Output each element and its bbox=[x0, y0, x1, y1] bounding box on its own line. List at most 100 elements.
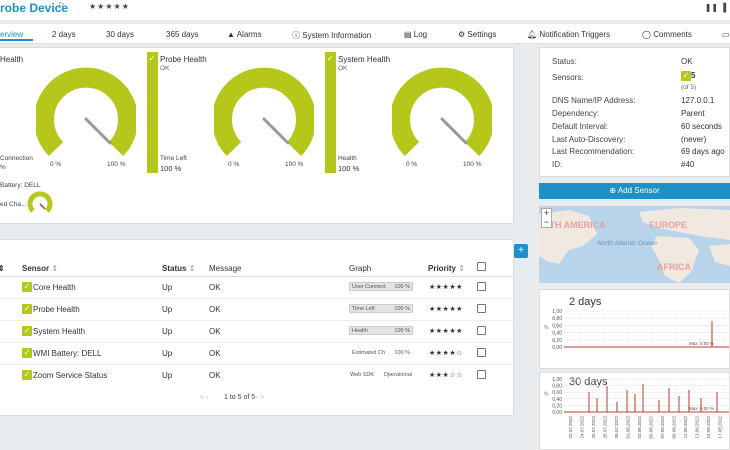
info-label: Dependency: bbox=[552, 109, 600, 118]
row-checkbox[interactable] bbox=[477, 304, 486, 313]
row-checkbox[interactable] bbox=[477, 370, 486, 379]
priority-stars[interactable]: ★★★☆☆ bbox=[429, 371, 463, 379]
graph-bar: Health 100 % bbox=[349, 326, 413, 335]
info-label: Sensors: bbox=[552, 73, 584, 82]
add-icon[interactable]: + bbox=[514, 244, 528, 258]
sensor-status: Up bbox=[162, 327, 173, 336]
select-all-checkbox[interactable] bbox=[477, 262, 486, 271]
table-row[interactable]: ✓ System Health Up OK Health 100 % ★★★★★ bbox=[0, 321, 514, 343]
sensor-name[interactable]: Probe Health bbox=[33, 305, 80, 314]
priority-stars[interactable]: ★★★★★ bbox=[429, 305, 463, 313]
tab-notification-triggers[interactable]: 🔔︎ Notification Triggers bbox=[527, 30, 610, 39]
graph-value: 100 % bbox=[394, 328, 410, 334]
row-checkbox[interactable] bbox=[477, 348, 486, 357]
col-message: Message bbox=[209, 264, 242, 273]
priority-stars[interactable]: ★★★★★ bbox=[429, 283, 463, 291]
priority-stars[interactable]: ★★★★★ bbox=[429, 327, 463, 335]
tab-overview[interactable]: erview bbox=[0, 30, 23, 39]
pager-next-icon[interactable]: › » bbox=[256, 394, 264, 401]
y-tick-label: 0,60 bbox=[552, 323, 562, 329]
y-unit-label: % bbox=[544, 325, 549, 331]
row-checkbox[interactable] bbox=[477, 282, 486, 291]
tab-bar: erview 2 days 30 days 365 days ▲ Alarms … bbox=[0, 24, 730, 44]
tab-active-indicator bbox=[0, 39, 33, 41]
table-row[interactable]: ✓ Core Health Up OK User Connect 100 % ★★… bbox=[0, 277, 514, 299]
row-checkbox[interactable] bbox=[477, 326, 486, 335]
info-value: 127.0.0.1 bbox=[681, 96, 715, 105]
tab-comments[interactable]: ◯ Comments bbox=[642, 30, 692, 39]
sensor-status: Up bbox=[162, 349, 173, 358]
col-status-label: Status bbox=[162, 264, 187, 273]
header-bar: robe Device ⚐ ★★★★★ ❚❚ ▐ bbox=[0, 0, 730, 20]
tab-2-days[interactable]: 2 days bbox=[52, 30, 76, 39]
info-icon: ⓘ bbox=[292, 31, 303, 40]
sensor-name[interactable]: System Health bbox=[33, 327, 85, 336]
x-tick-label: 15.08.2022 bbox=[706, 416, 711, 439]
graph-label: Time Left bbox=[352, 306, 375, 312]
map-zoom-control[interactable]: + − bbox=[541, 208, 552, 228]
priority-stars[interactable]: ★★★★★ bbox=[89, 2, 130, 11]
x-tick-label: 30.07.2022 bbox=[614, 416, 619, 439]
col-sensor[interactable]: Sensor ⇕ bbox=[22, 264, 58, 273]
mini-gauge-title: Battery: DELL bbox=[0, 182, 41, 189]
gauge-title: System Health bbox=[338, 55, 391, 64]
tab-365-days[interactable]: 365 days bbox=[166, 30, 198, 39]
add-sensor-label: Add Sensor bbox=[617, 186, 660, 195]
tab-alarms[interactable]: ▲ Alarms bbox=[227, 30, 262, 39]
gauge-foot-value: % bbox=[0, 164, 6, 171]
tab-log-label: Log bbox=[413, 30, 428, 39]
sensor-name[interactable]: Core Health bbox=[33, 283, 76, 292]
gauge-core-health bbox=[36, 67, 136, 156]
x-tick-label: 07.08.2022 bbox=[660, 416, 665, 439]
graph-bar: User Connect 100 % bbox=[349, 282, 413, 291]
x-tick-label: 24.07.2022 bbox=[580, 416, 585, 439]
graph-bar: Estimated Ch 100 % bbox=[349, 348, 413, 357]
sensor-name[interactable]: WMI Battery: DELL bbox=[33, 349, 101, 358]
check-icon: ✓ bbox=[22, 348, 32, 358]
plus-circle-icon: ⊕ bbox=[609, 186, 618, 195]
status-bar-ok bbox=[325, 52, 336, 173]
map-ocean-label: North Atlantic Ocean bbox=[597, 240, 657, 247]
pause-icon[interactable]: ❚❚ ▐ bbox=[705, 3, 726, 12]
col-priority-label: Priority bbox=[428, 264, 457, 273]
gauge-value: 100 % bbox=[338, 164, 360, 173]
x-tick-label: 22.07.2022 bbox=[568, 416, 573, 439]
sensors-count[interactable]: ✓ 5 bbox=[681, 71, 695, 81]
table-row[interactable]: ✓ Zoom Service Status Up OK Web SDK Opera… bbox=[0, 365, 514, 387]
col-priority[interactable]: Priority ⇕ bbox=[428, 264, 465, 273]
info-value: (never) bbox=[681, 135, 707, 144]
gauge-foot: Connection bbox=[0, 155, 33, 162]
gauge-min: 0 % bbox=[406, 161, 418, 168]
sensor-name[interactable]: Zoom Service Status bbox=[33, 371, 107, 380]
col-sort-icon[interactable]: ⇕ bbox=[0, 264, 5, 273]
tab-30-days[interactable]: 30 days bbox=[106, 30, 134, 39]
sort-icon: ⇕ bbox=[458, 264, 465, 273]
tab-log[interactable]: ▤ Log bbox=[404, 30, 427, 39]
y-tick-label: 0,00 bbox=[552, 345, 562, 351]
flag-icon[interactable]: ⚐ bbox=[58, 1, 65, 10]
priority-stars[interactable]: ★★★★☆ bbox=[429, 349, 463, 357]
y-tick-label: 0,20 bbox=[552, 403, 562, 409]
location-map[interactable]: RTH AMERICA EUROPE AFRICA North Atlantic… bbox=[539, 206, 730, 283]
tab-settings[interactable]: ⚙ Settings bbox=[458, 30, 496, 39]
gauge-max: 100 % bbox=[107, 161, 126, 168]
x-tick-label: 28.07.2022 bbox=[603, 416, 608, 439]
info-label: Last Recommendation: bbox=[552, 147, 635, 156]
x-tick-label: 17.08.2022 bbox=[718, 416, 723, 439]
pager-prev-icon[interactable]: « ‹ bbox=[200, 394, 208, 401]
sensors-count-value: 5 bbox=[691, 71, 696, 80]
table-row[interactable]: ✓ WMI Battery: DELL Up OK Estimated Ch 10… bbox=[0, 343, 514, 365]
col-status[interactable]: Status ⇕ bbox=[162, 264, 195, 273]
y-tick-label: 1,00 bbox=[552, 377, 562, 383]
graph-label: Estimated Ch bbox=[352, 350, 386, 356]
chart-note: Max: 0,00 % bbox=[689, 341, 714, 346]
y-tick-label: 0,80 bbox=[552, 316, 562, 322]
cart-icon[interactable]: ▭ bbox=[722, 30, 730, 39]
graph-value: Operational bbox=[383, 372, 412, 378]
tab-system-information[interactable]: ⓘ System Information bbox=[292, 30, 371, 41]
graph-bar: Web SDK Operational bbox=[349, 370, 413, 379]
table-row[interactable]: ✓ Probe Health Up OK Time Left 100 % ★★★★… bbox=[0, 299, 514, 321]
tab-sysinfo-label: System Information bbox=[302, 31, 372, 40]
add-sensor-button[interactable]: ⊕ Add Sensor bbox=[539, 183, 730, 199]
gauge-probe-health bbox=[214, 67, 314, 156]
